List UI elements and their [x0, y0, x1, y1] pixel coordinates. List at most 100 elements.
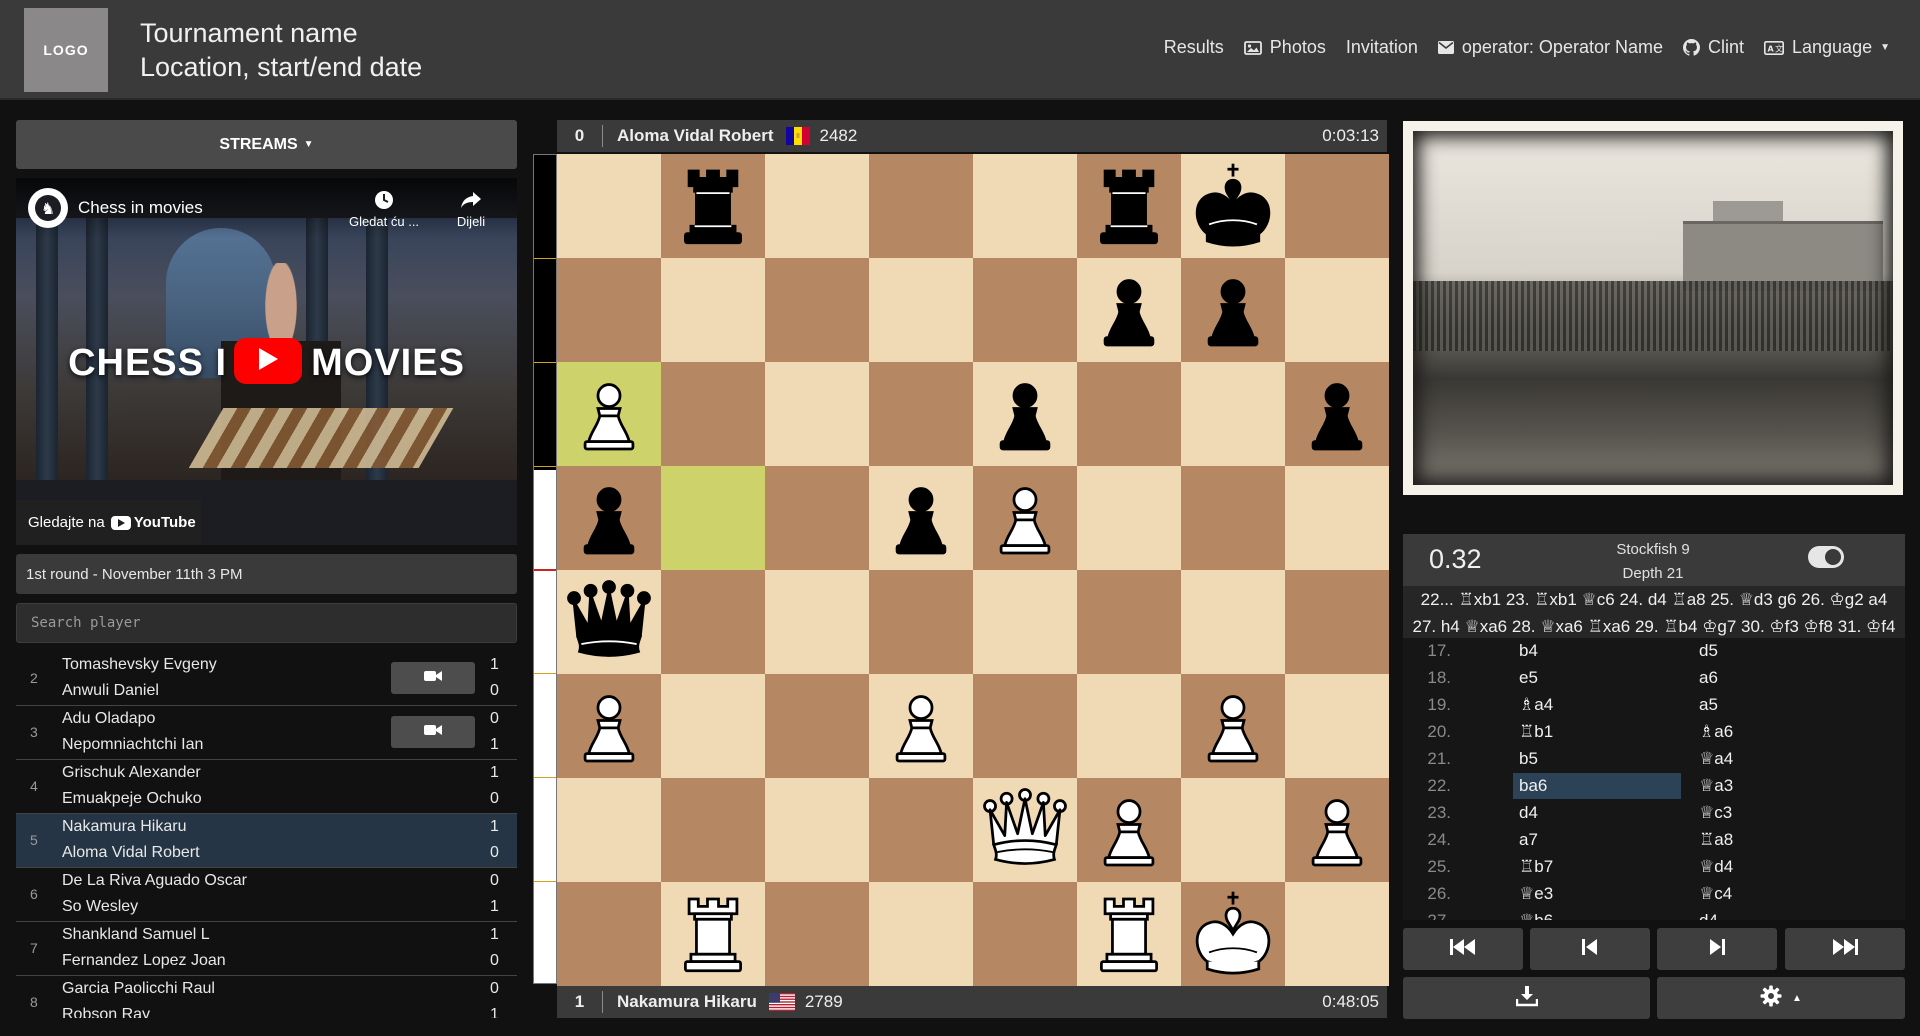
black-pawn-icon[interactable]	[875, 472, 967, 564]
white-pawn-icon[interactable]	[1291, 784, 1383, 876]
square-g5[interactable]	[1181, 466, 1285, 570]
black-move[interactable]: ♖a8	[1693, 827, 1861, 853]
square-f3[interactable]	[1077, 674, 1181, 778]
game-row[interactable]: 3 Adu Oladapo Nepomniachtchi Ian 0 1	[16, 706, 517, 760]
white-move[interactable]: ♕e3	[1513, 881, 1681, 907]
channel-avatar-icon[interactable]: ♞	[28, 188, 68, 228]
first-move-button[interactable]	[1403, 928, 1523, 970]
square-h7[interactable]	[1285, 258, 1389, 362]
square-d3[interactable]	[869, 674, 973, 778]
square-b6[interactable]	[661, 362, 765, 466]
nav-clint-link[interactable]: Clint	[1682, 37, 1744, 58]
nav-language-dropdown[interactable]: A文 Language ▼	[1764, 37, 1890, 58]
square-b3[interactable]	[661, 674, 765, 778]
last-move-button[interactable]	[1785, 928, 1905, 970]
white-move[interactable]: a7	[1513, 827, 1681, 853]
white-pawn-icon[interactable]	[1083, 784, 1175, 876]
square-c3[interactable]	[765, 674, 869, 778]
square-g8[interactable]	[1181, 154, 1285, 258]
game-row[interactable]: 7 Shankland Samuel L Fernandez Lopez Joa…	[16, 922, 517, 976]
watch-on-youtube-link[interactable]: Gledajte na YouTube	[16, 500, 201, 545]
black-move[interactable]: ♕c4	[1693, 881, 1861, 907]
streams-dropdown-button[interactable]: STREAMS ▼	[16, 120, 517, 169]
download-pgn-button[interactable]	[1403, 977, 1650, 1019]
white-pawn-icon[interactable]	[875, 680, 967, 772]
square-e1[interactable]	[973, 882, 1077, 986]
black-pawn-icon[interactable]	[1291, 368, 1383, 460]
square-f7[interactable]	[1077, 258, 1181, 362]
black-move[interactable]: ♕c3	[1693, 800, 1861, 826]
square-e2[interactable]	[973, 778, 1077, 882]
video-channel-title[interactable]: Chess in movies	[78, 198, 203, 218]
white-move[interactable]: b5	[1513, 746, 1681, 772]
square-h6[interactable]	[1285, 362, 1389, 466]
square-f5[interactable]	[1077, 466, 1181, 570]
black-move[interactable]: a6	[1693, 665, 1861, 691]
nav-photos-link[interactable]: Photos	[1243, 37, 1326, 58]
black-rook-icon[interactable]	[667, 160, 759, 252]
engine-toggle-switch[interactable]	[1808, 546, 1844, 568]
square-b1[interactable]	[661, 882, 765, 986]
square-a2[interactable]	[557, 778, 661, 882]
square-d1[interactable]	[869, 882, 973, 986]
white-move[interactable]: d4	[1513, 800, 1681, 826]
search-player-input[interactable]	[16, 603, 517, 643]
square-b4[interactable]	[661, 570, 765, 674]
square-d7[interactable]	[869, 258, 973, 362]
black-move[interactable]: ♗a6	[1693, 719, 1861, 745]
black-pawn-icon[interactable]	[1083, 264, 1175, 356]
square-d2[interactable]	[869, 778, 973, 882]
square-g3[interactable]	[1181, 674, 1285, 778]
game-row[interactable]: 2 Tomashevsky Evgeny Anwuli Daniel 1 0	[16, 652, 517, 706]
square-a1[interactable]	[557, 882, 661, 986]
square-h8[interactable]	[1285, 154, 1389, 258]
square-e3[interactable]	[973, 674, 1077, 778]
black-move[interactable]: d4	[1693, 908, 1861, 920]
square-h3[interactable]	[1285, 674, 1389, 778]
white-pawn-icon[interactable]	[979, 472, 1071, 564]
settings-button[interactable]: ▲	[1657, 977, 1905, 1019]
square-b7[interactable]	[661, 258, 765, 362]
black-pawn-icon[interactable]	[563, 472, 655, 564]
white-queen-icon[interactable]	[979, 784, 1071, 876]
current-move[interactable]: ba6	[1513, 773, 1681, 799]
black-move[interactable]: a5	[1693, 692, 1861, 718]
square-c7[interactable]	[765, 258, 869, 362]
white-move[interactable]: ♖b1	[1513, 719, 1681, 745]
black-pawn-icon[interactable]	[979, 368, 1071, 460]
tournament-logo[interactable]: LOGO	[24, 8, 108, 92]
black-queen-icon[interactable]	[563, 576, 655, 668]
stream-video-player[interactable]: ♞ Chess in movies Gledat ću ... Dijeli C…	[16, 178, 517, 545]
square-a6[interactable]	[557, 362, 661, 466]
black-move[interactable]: d5	[1693, 638, 1861, 664]
square-g7[interactable]	[1181, 258, 1285, 362]
square-h1[interactable]	[1285, 882, 1389, 986]
white-move[interactable]: ♗a4	[1513, 692, 1681, 718]
square-g2[interactable]	[1181, 778, 1285, 882]
white-move[interactable]: ♖b7	[1513, 854, 1681, 880]
square-c8[interactable]	[765, 154, 869, 258]
square-b5[interactable]	[661, 466, 765, 570]
square-a4[interactable]	[557, 570, 661, 674]
square-a3[interactable]	[557, 674, 661, 778]
share-button[interactable]: Dijeli	[446, 190, 496, 229]
square-b2[interactable]	[661, 778, 765, 882]
square-f1[interactable]	[1077, 882, 1181, 986]
square-d8[interactable]	[869, 154, 973, 258]
black-move[interactable]: ♕a4	[1693, 746, 1861, 772]
watch-later-button[interactable]: Gledat ću ...	[344, 190, 424, 229]
square-c6[interactable]	[765, 362, 869, 466]
game-row-selected[interactable]: 5 Nakamura Hikaru Aloma Vidal Robert 1 0	[16, 814, 517, 868]
square-a7[interactable]	[557, 258, 661, 362]
black-pawn-icon[interactable]	[1187, 264, 1279, 356]
black-move[interactable]: ♕d4	[1693, 854, 1861, 880]
game-row[interactable]: 8 Garcia Paolicchi Raul Robson Ray 0 1	[16, 976, 517, 1018]
black-move[interactable]: ♕a3	[1693, 773, 1861, 799]
chessboard[interactable]	[557, 154, 1389, 986]
white-move[interactable]: e5	[1513, 665, 1681, 691]
square-c5[interactable]	[765, 466, 869, 570]
game-row[interactable]: 4 Grischuk Alexander Emuakpeje Ochuko 1 …	[16, 760, 517, 814]
nav-invitation-link[interactable]: Invitation	[1346, 37, 1418, 58]
nav-operator-link[interactable]: operator: Operator Name	[1437, 37, 1663, 58]
white-pawn-icon[interactable]	[1187, 680, 1279, 772]
